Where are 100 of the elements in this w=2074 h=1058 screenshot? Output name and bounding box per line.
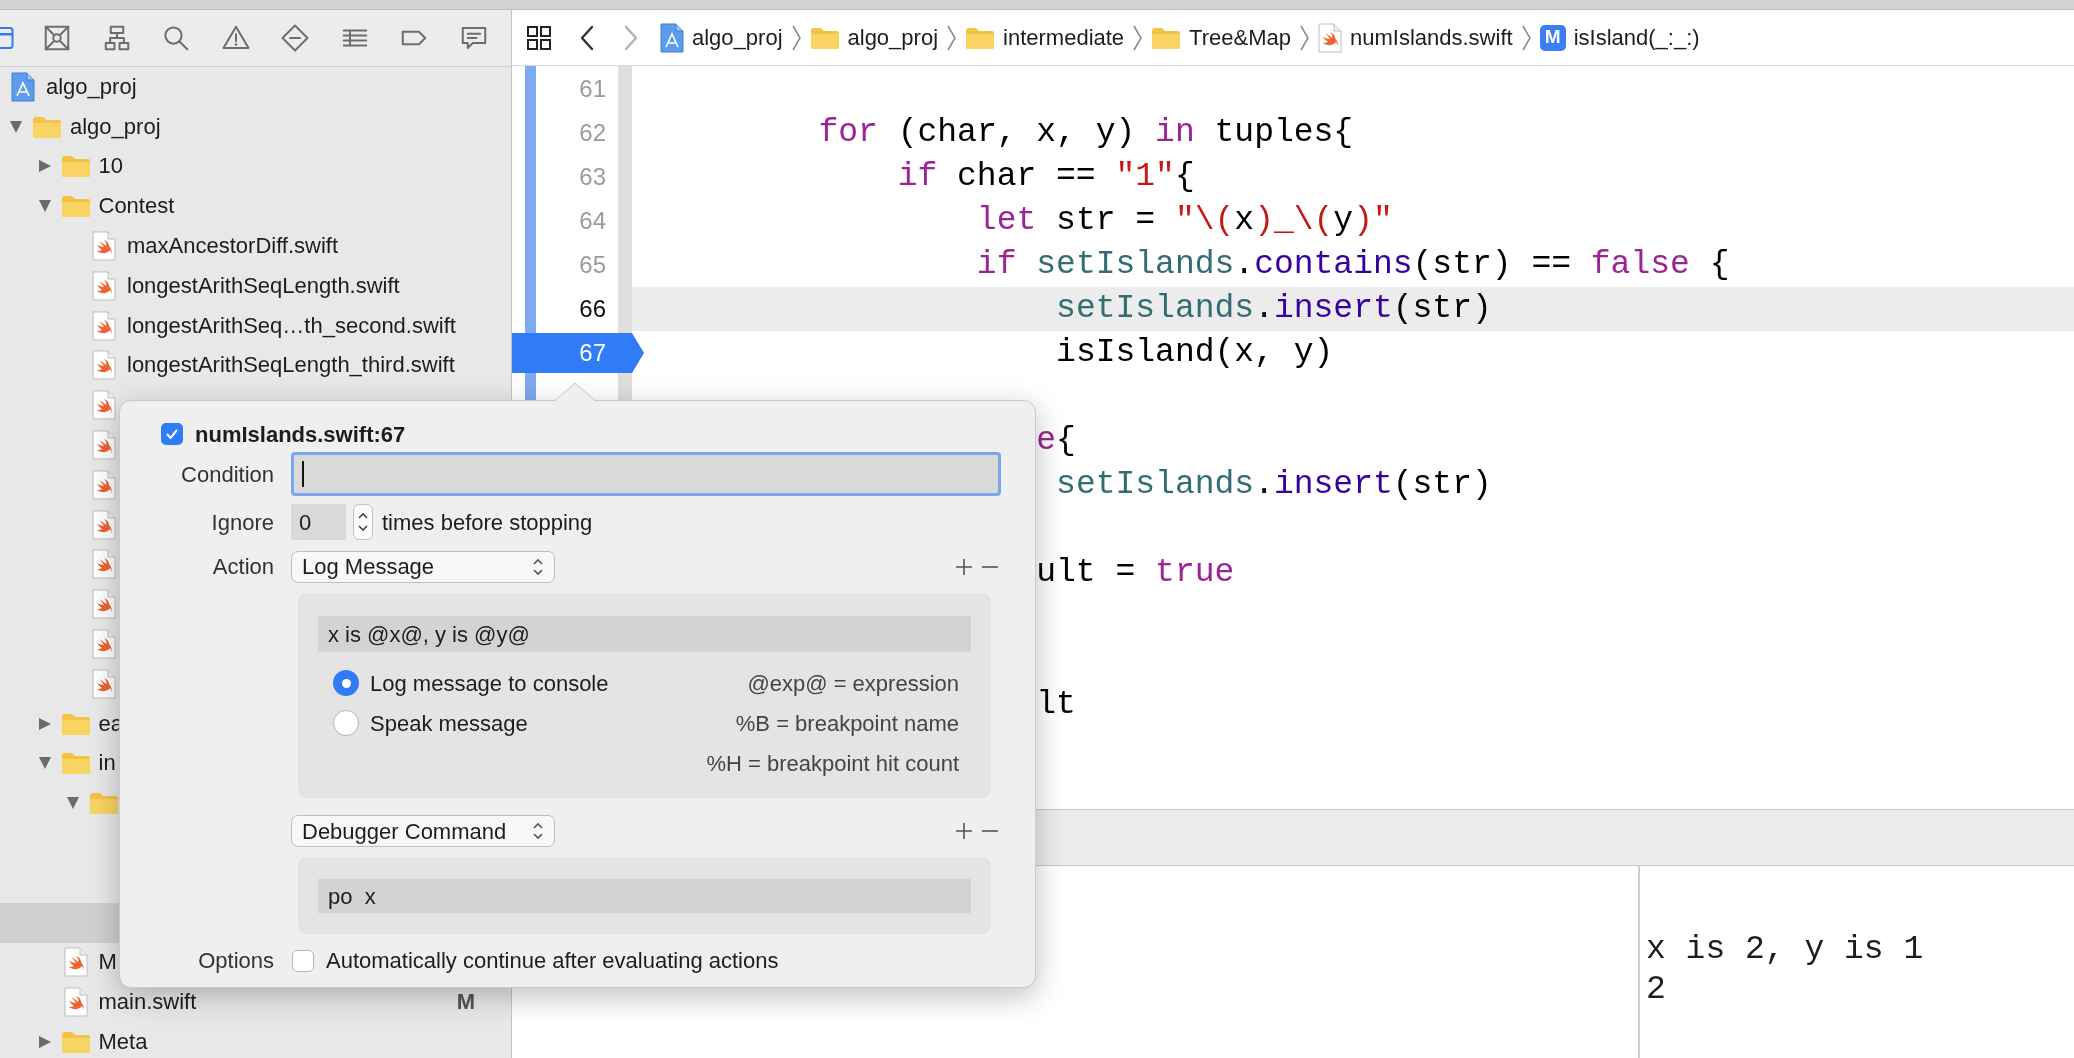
swift-file-icon	[92, 350, 116, 381]
format-hint: %B = breakpoint name	[735, 709, 959, 738]
diamond-icon	[280, 23, 310, 53]
debugger-command-field[interactable]: po x	[318, 879, 971, 913]
folder-name[interactable]: Meta	[98, 1031, 148, 1053]
folder-name[interactable]: Contest	[98, 195, 175, 218]
minus-icon	[982, 565, 998, 568]
swift-file-icon	[92, 549, 116, 580]
line-number: 63	[579, 163, 606, 190]
code-line: if setIslands.contains(str) == false {	[976, 246, 1730, 283]
radio-button[interactable]	[333, 710, 359, 736]
disclosure-triangle[interactable]	[36, 1034, 53, 1050]
console-line: x is 2, y is 1	[1646, 930, 1924, 970]
checkbox[interactable]	[292, 949, 314, 972]
text-cursor	[302, 461, 304, 487]
chevron-icon	[623, 24, 639, 51]
chevron-icon	[1132, 24, 1144, 51]
plus-icon	[954, 821, 974, 841]
swift-file-icon	[63, 947, 88, 978]
field-label: Ignore	[211, 509, 274, 535]
action-type-dropdown[interactable]: Log Message	[291, 550, 555, 583]
folder-name[interactable]: algo_proj	[70, 115, 161, 138]
radio-button[interactable]	[333, 670, 359, 696]
file-name[interactable]: longestArithSeq…th_second.swift	[127, 314, 456, 337]
folder-icon	[809, 25, 840, 50]
radio-label[interactable]: Log message to console	[370, 666, 609, 700]
line-number: 61	[579, 75, 606, 102]
swift-file-icon	[1318, 22, 1342, 53]
folder-name[interactable]: in	[98, 752, 116, 775]
swift-file-icon	[92, 509, 116, 540]
path-item[interactable]: intermediate	[1003, 21, 1125, 54]
folder-icon	[89, 791, 119, 816]
ignore-count-field[interactable]: 0	[291, 504, 346, 540]
condition-field[interactable]	[291, 452, 1001, 496]
related-items-icon[interactable]	[526, 24, 552, 51]
chevron-icon	[790, 24, 802, 51]
folder-icon	[60, 1030, 91, 1054]
line-number: 64	[579, 207, 606, 234]
path-item[interactable]: numIslands.swift	[1350, 21, 1513, 54]
format-hint: %H = breakpoint hit count	[706, 749, 959, 778]
swift-file-icon	[92, 270, 116, 301]
code-line: let str = "\(x)_\(y)"	[976, 202, 1393, 239]
checkbox[interactable]	[161, 423, 183, 445]
file-name[interactable]: M	[98, 951, 117, 974]
code-line: ult = true	[1036, 554, 1235, 591]
path-item[interactable]: algo_proj	[847, 21, 939, 54]
add-button[interactable]	[953, 820, 975, 842]
format-hint: @exp@ = expression	[747, 669, 959, 698]
line-number: 67	[579, 339, 606, 366]
crossed-box-icon	[42, 23, 72, 53]
folder-icon	[1151, 25, 1182, 50]
swift-file-icon	[92, 469, 116, 500]
minus-icon	[982, 830, 998, 832]
file-name[interactable]: algo_proj	[46, 75, 137, 98]
disclosure-triangle[interactable]	[8, 118, 24, 135]
code-line: for (char, x, y) in tuples{	[818, 114, 1354, 151]
chevron-icon	[946, 24, 958, 51]
swift-file-icon	[92, 390, 116, 421]
chevron-icon	[1520, 24, 1532, 51]
disclosure-triangle[interactable]	[36, 158, 53, 175]
file-name[interactable]: longestArithSeqLength.swift	[127, 274, 400, 297]
code-line: lt	[1036, 686, 1076, 723]
file-name[interactable]: main.swift	[98, 991, 197, 1014]
swift-file-icon	[63, 987, 88, 1018]
chevron-icon	[1299, 24, 1310, 51]
file-name[interactable]: maxAncestorDiff.swift	[127, 235, 339, 258]
folder-icon	[32, 114, 62, 139]
ignore-suffix: times before stopping	[382, 508, 593, 537]
search-icon	[161, 23, 191, 53]
folder-icon	[60, 154, 91, 179]
option-label[interactable]: Automatically continue after evaluating actions	[326, 944, 779, 977]
up-down-arrows-icon	[532, 556, 544, 577]
folder-name[interactable]: 10	[98, 155, 123, 178]
swift-file-icon	[92, 231, 116, 262]
swift-file-icon	[92, 589, 116, 620]
file-name[interactable]: longestArithSeqLength_third.swift	[127, 354, 455, 377]
path-item[interactable]: algo_proj	[692, 21, 783, 54]
chevron-icon	[579, 24, 595, 51]
action-type-dropdown[interactable]: Debugger Command	[291, 815, 555, 847]
disclosure-triangle[interactable]	[36, 715, 53, 732]
field-label: Action	[212, 554, 274, 579]
folder-icon	[965, 25, 996, 50]
swift-file-icon	[92, 629, 116, 660]
plus-icon	[954, 556, 974, 577]
swift-file-icon	[92, 310, 116, 341]
code-line: setIslands.insert(str)	[1056, 290, 1492, 327]
code-line: isIsland(x, y)	[1056, 334, 1334, 371]
method-symbol: M	[1539, 24, 1566, 51]
up-down-arrows-icon	[357, 512, 369, 532]
stepper[interactable]	[353, 504, 373, 540]
project-file-icon	[660, 22, 684, 53]
radio-label[interactable]: Speak message	[370, 706, 528, 740]
project-file-icon	[11, 71, 35, 102]
breakpoint-marker[interactable]	[512, 333, 644, 373]
path-item[interactable]: isIsland(_:_:)	[1573, 21, 1700, 54]
log-message-field[interactable]: x is @x@, y is @y@	[318, 616, 971, 652]
status-label: M	[456, 991, 475, 1014]
path-item[interactable]: Tree&Map	[1189, 21, 1291, 54]
checkmark-icon	[166, 429, 178, 439]
swift-file-icon	[92, 430, 116, 461]
